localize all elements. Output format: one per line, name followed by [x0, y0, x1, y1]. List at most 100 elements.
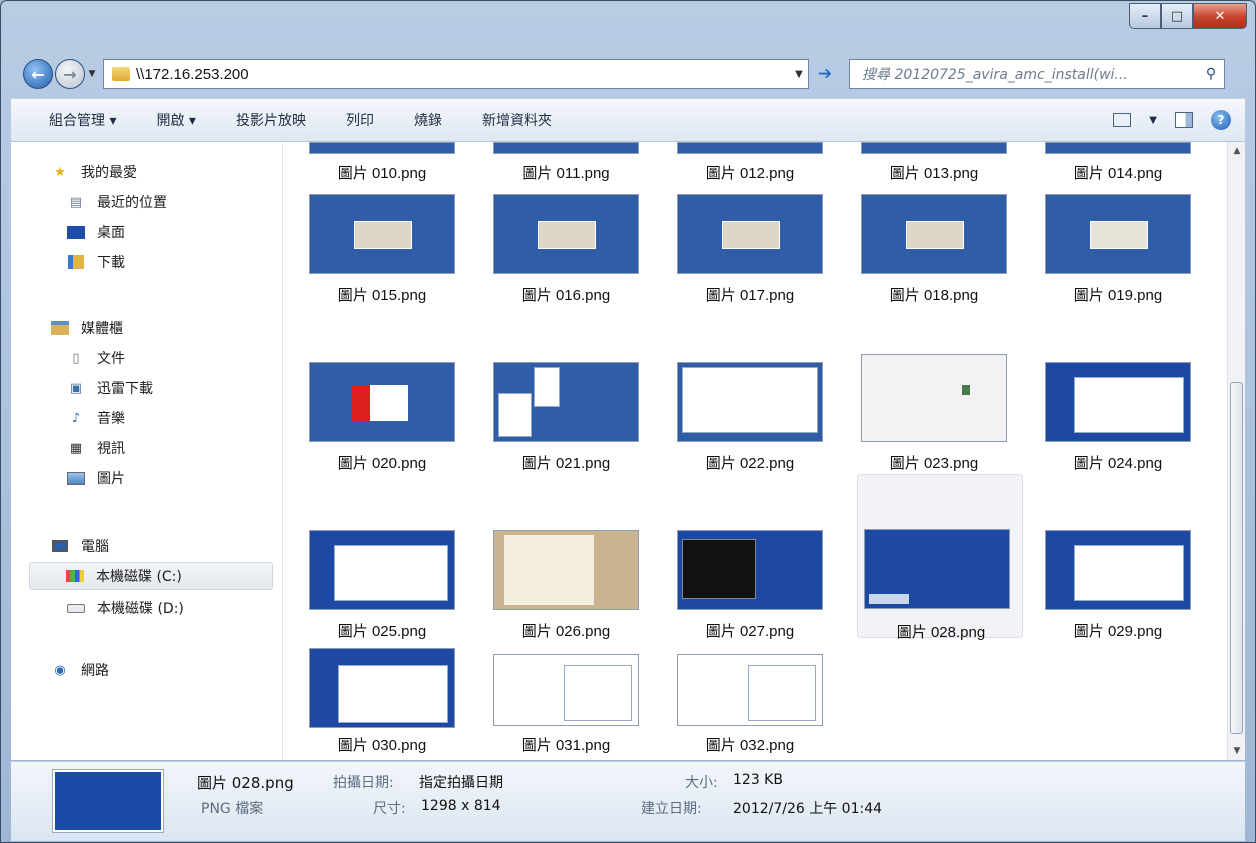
sidebar-item-music[interactable]: ♪ 音樂: [67, 404, 125, 432]
thumbnail: [493, 654, 639, 726]
thumbnail: [493, 194, 639, 274]
recent-pages-dropdown-icon[interactable]: ▼: [85, 69, 99, 79]
file-name: 圖片 019.png: [1073, 287, 1163, 304]
sidebar-item-pictures[interactable]: 圖片: [67, 464, 125, 492]
sidebar-item-computer[interactable]: 電腦: [51, 532, 109, 560]
thumbnail: [1045, 142, 1191, 154]
window-controls: – □ ✕: [1129, 3, 1247, 29]
thumbnail: [677, 142, 823, 154]
file-item[interactable]: 圖片 020.png: [289, 358, 455, 522]
scroll-up-icon[interactable]: ▲: [1228, 146, 1246, 156]
maximize-button[interactable]: □: [1161, 3, 1193, 29]
file-item[interactable]: 圖片 015.png: [289, 190, 455, 354]
thumbnail: [677, 194, 823, 274]
sidebar-item-label: 視訊: [97, 441, 125, 457]
thumbnail: [861, 194, 1007, 274]
file-name: 圖片 029.png: [1073, 623, 1163, 640]
file-item[interactable]: 圖片 022.png: [657, 358, 823, 522]
pictures-icon: [67, 470, 85, 486]
sidebar-item-recent[interactable]: ▤ 最近的位置: [67, 188, 167, 216]
thumbnail: [1045, 530, 1191, 610]
thumbnail: [309, 530, 455, 610]
sidebar-item-favorites[interactable]: ★ 我的最愛: [51, 158, 137, 186]
file-name: 圖片 030.png: [337, 737, 427, 754]
sidebar-item-desktop[interactable]: 桌面: [67, 218, 125, 246]
help-icon[interactable]: ?: [1211, 110, 1231, 130]
file-name: 圖片 020.png: [337, 455, 427, 472]
sidebar-item-network[interactable]: ◉ 網路: [51, 656, 109, 684]
go-button[interactable]: ➔: [811, 59, 839, 89]
drive-icon: [67, 600, 85, 616]
sidebar-item-label: 網路: [81, 663, 109, 679]
organize-button[interactable]: 組合管理 ▾: [49, 110, 116, 130]
file-item[interactable]: 圖片 029.png: [1025, 526, 1191, 690]
thumbnail: [864, 529, 1010, 609]
sidebar-item-documents[interactable]: ▯ 文件: [67, 344, 125, 372]
file-name: 圖片 010.png: [337, 165, 427, 182]
change-view-icon[interactable]: [1113, 113, 1132, 127]
file-item[interactable]: 圖片 032.png: [657, 644, 823, 760]
burn-button[interactable]: 燒錄: [414, 110, 442, 130]
file-name: 圖片 016.png: [521, 287, 611, 304]
file-item[interactable]: 圖片 031.png: [473, 644, 639, 760]
download-folder-icon: ▣: [69, 380, 83, 396]
close-button[interactable]: ✕: [1193, 3, 1247, 29]
size-label: 大小:: [685, 775, 718, 791]
search-input[interactable]: 搜尋 20120725_avira_amc_install(wi...: [862, 64, 1198, 84]
computer-icon: [51, 538, 69, 554]
open-button[interactable]: 開啟 ▾: [156, 110, 195, 130]
file-item[interactable]: 圖片 019.png: [1025, 190, 1191, 354]
address-dropdown-icon[interactable]: ▼: [790, 69, 808, 80]
selected-file-thumbnail: [52, 769, 164, 833]
file-item[interactable]: 圖片 030.png: [289, 644, 455, 760]
sidebar-item-downloads[interactable]: 下載: [67, 248, 125, 276]
music-icon: ♪: [71, 410, 81, 426]
sidebar-item-label: 我的最愛: [81, 165, 137, 181]
sidebar-item-label: 媒體櫃: [81, 321, 123, 337]
scrollbar-thumb[interactable]: [1230, 382, 1243, 734]
file-name: 圖片 011.png: [522, 165, 610, 182]
sidebar-item-drive-d[interactable]: 本機磁碟 (D:): [67, 594, 184, 622]
sidebar-item-drive-c[interactable]: 本機磁碟 (C:): [29, 562, 273, 590]
libraries-icon: [51, 320, 69, 336]
file-item[interactable]: 圖片 021.png: [473, 358, 639, 522]
file-item-selected[interactable]: 圖片 028.png: [857, 474, 1023, 641]
details-file-type: PNG 檔案: [201, 801, 264, 817]
thumbnail: [309, 362, 455, 442]
preview-pane-icon[interactable]: [1175, 112, 1193, 128]
thumbnail: [1045, 362, 1191, 442]
sidebar-item-videos[interactable]: ▦ 視訊: [67, 434, 125, 462]
file-name: 圖片 025.png: [337, 623, 427, 640]
new-folder-button[interactable]: 新增資料夾: [482, 110, 552, 130]
slideshow-button[interactable]: 投影片放映: [236, 110, 306, 130]
date-taken-label: 拍攝日期:: [333, 775, 394, 791]
forward-button[interactable]: →: [55, 59, 85, 89]
file-item[interactable]: 圖片 018.png: [841, 190, 1007, 354]
address-bar[interactable]: \\172.16.253.200 ▼: [103, 59, 809, 89]
file-item[interactable]: 圖片 024.png: [1025, 358, 1191, 522]
thumbnail: [493, 142, 639, 154]
minimize-button[interactable]: –: [1129, 3, 1161, 29]
address-text[interactable]: \\172.16.253.200: [136, 66, 790, 83]
file-item[interactable]: 圖片 017.png: [657, 190, 823, 354]
view-dropdown-icon[interactable]: ▼: [1149, 115, 1157, 126]
vertical-scrollbar[interactable]: ▲ ▼: [1227, 142, 1245, 760]
sidebar-item-thunder[interactable]: ▣ 迅雷下載: [67, 374, 153, 402]
print-button[interactable]: 列印: [346, 110, 374, 130]
file-item[interactable]: 圖片 016.png: [473, 190, 639, 354]
navigation-pane: ★ 我的最愛 ▤ 最近的位置 桌面 下載 媒體櫃 ▯ 文件 ▣ 迅雷下載 ♪ 音…: [11, 142, 283, 760]
search-box[interactable]: 搜尋 20120725_avira_amc_install(wi... ⚲: [849, 59, 1225, 89]
date-taken-value[interactable]: 指定拍攝日期: [419, 772, 503, 792]
thumbnail: [1045, 194, 1191, 274]
file-name: 圖片 014.png: [1073, 165, 1163, 182]
file-name: 圖片 012.png: [705, 165, 795, 182]
sidebar-item-libraries[interactable]: 媒體櫃: [51, 314, 123, 342]
scroll-down-icon[interactable]: ▼: [1228, 746, 1246, 756]
file-name: 圖片 032.png: [705, 737, 795, 754]
downloads-icon: [67, 254, 85, 270]
file-name: 圖片 024.png: [1073, 455, 1163, 472]
back-button[interactable]: ←: [23, 59, 53, 89]
search-icon[interactable]: ⚲: [1198, 66, 1224, 82]
thumbnail: [309, 142, 455, 154]
star-icon: ★: [54, 164, 66, 180]
